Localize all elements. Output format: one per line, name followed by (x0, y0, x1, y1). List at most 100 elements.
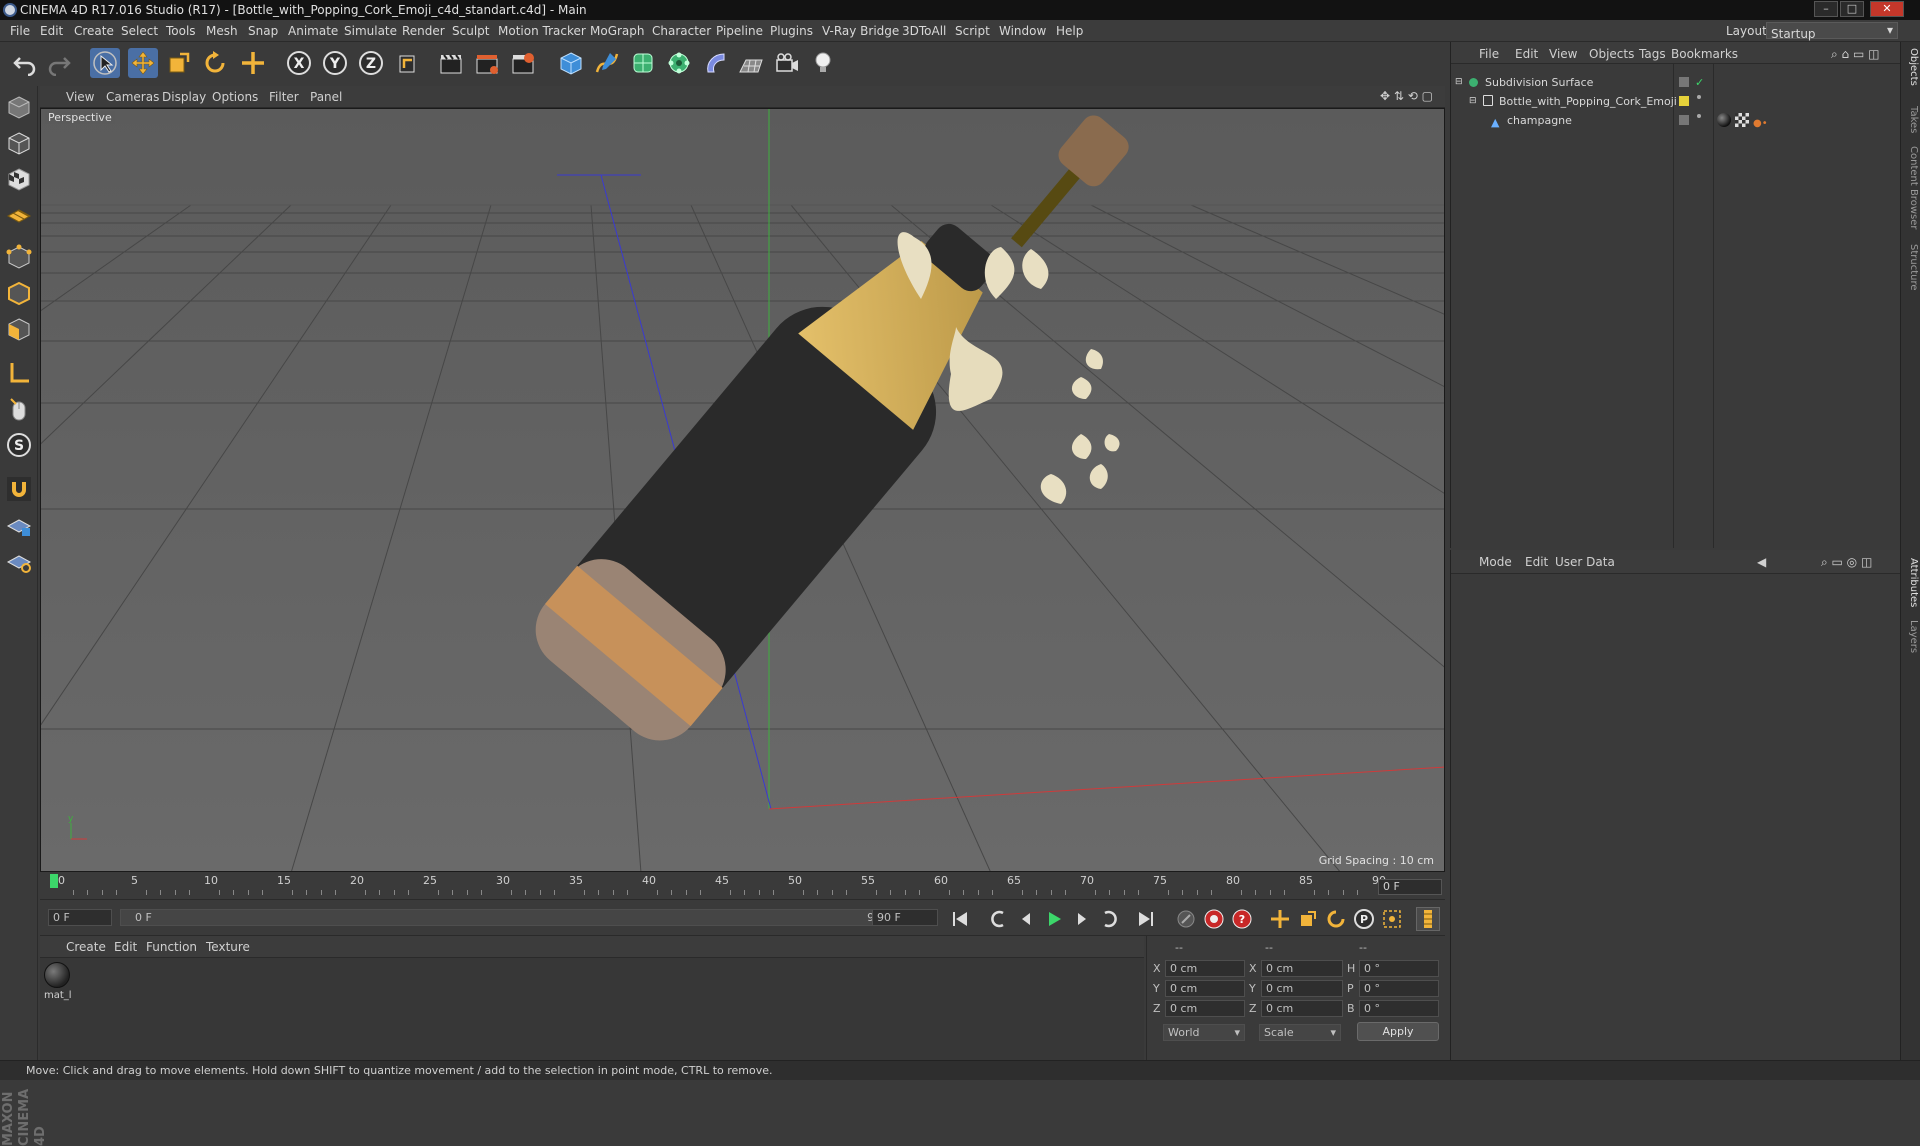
keyframe-selection-button[interactable]: ? (1230, 907, 1254, 931)
current-frame-field[interactable]: 0 F (48, 909, 112, 926)
menu-mograph[interactable]: MoGraph (590, 24, 645, 38)
obj-menu-objects[interactable]: Objects (1589, 47, 1634, 61)
next-frame-button[interactable] (1070, 907, 1094, 931)
key-rotation-button[interactable] (1324, 907, 1348, 931)
vp-menu-view[interactable]: View (66, 90, 94, 104)
model-mode-button[interactable] (4, 128, 34, 158)
coord-rot-h-field[interactable]: 0 ° (1359, 960, 1439, 977)
move-tool[interactable] (128, 48, 158, 78)
collapse-icon[interactable]: ⊟ (1455, 73, 1463, 92)
menu-window[interactable]: Window (999, 24, 1046, 38)
menu-create[interactable]: Create (74, 24, 114, 38)
coord-pos-x-field[interactable]: 0 cm (1165, 960, 1245, 977)
undo-button[interactable] (10, 48, 40, 78)
coord-rot-b-field[interactable]: 0 ° (1359, 1000, 1439, 1017)
menu-file[interactable]: File (10, 24, 30, 38)
render-settings-button[interactable] (508, 48, 538, 78)
menu-animate[interactable]: Animate (288, 24, 338, 38)
key-position-button[interactable] (1268, 907, 1292, 931)
workplane-mode-button[interactable] (4, 200, 34, 230)
menu-pipeline[interactable]: Pipeline (716, 24, 763, 38)
x-axis-lock-button[interactable]: X (284, 48, 314, 78)
checkmark-icon[interactable]: ✓ (1695, 73, 1704, 92)
coordinate-system-button[interactable] (394, 48, 424, 78)
attr-nav-icons[interactable]: ⌕ ▭ ◎ ◫ (1821, 555, 1872, 570)
material-name[interactable]: mat_l (44, 990, 72, 1001)
layer-icon[interactable] (1679, 77, 1689, 87)
add-camera-button[interactable] (772, 48, 802, 78)
autokey-button[interactable] (1202, 907, 1226, 931)
menu-3dtoall[interactable]: 3DToAll (902, 24, 946, 38)
next-key-button[interactable] (1098, 907, 1122, 931)
vp-menu-display[interactable]: Display (162, 90, 206, 104)
object-row-champagne[interactable]: ▲ champagne ●• (1451, 111, 1901, 130)
render-view-button[interactable] (436, 48, 466, 78)
vp-menu-filter[interactable]: Filter (269, 90, 299, 104)
add-mograph-button[interactable] (664, 48, 694, 78)
timeline-layout-button[interactable] (1416, 907, 1440, 931)
snap-button[interactable] (4, 474, 34, 504)
menu-simulate[interactable]: Simulate (344, 24, 397, 38)
coord-pos-y-field[interactable]: 0 cm (1165, 980, 1245, 997)
y-axis-lock-button[interactable]: Y (320, 48, 350, 78)
coord-pos-z-field[interactable]: 0 cm (1165, 1000, 1245, 1017)
material-tag-icon[interactable] (1717, 113, 1731, 127)
scale-tool[interactable] (164, 48, 194, 78)
object-row-subdivision[interactable]: ⊟ Subdivision Surface ✓ (1451, 73, 1901, 92)
transform-tool[interactable] (238, 48, 268, 78)
menu-mesh[interactable]: Mesh (206, 24, 238, 38)
tab-attributes[interactable]: Attributes (1903, 558, 1919, 607)
layer-color-icon[interactable] (1679, 96, 1689, 106)
make-editable-button[interactable] (4, 92, 34, 122)
menu-render[interactable]: Render (402, 24, 445, 38)
points-mode-button[interactable] (4, 242, 34, 272)
texture-mode-button[interactable] (4, 164, 34, 194)
layout-select[interactable]: Startup ▾ (1766, 22, 1898, 41)
add-nurbs-button[interactable] (628, 48, 658, 78)
end-frame-field[interactable]: 90 F (872, 909, 938, 926)
lock-workplane-button[interactable] (4, 510, 34, 540)
viewport-label[interactable]: Perspective (45, 111, 115, 124)
visibility-dot-icon[interactable] (1697, 95, 1701, 99)
perspective-viewport[interactable]: y Perspective Grid Spacing : 10 cm (40, 108, 1445, 872)
play-button[interactable] (1042, 907, 1066, 931)
prev-frame-button[interactable] (1014, 907, 1038, 931)
obj-menu-view[interactable]: View (1549, 47, 1577, 61)
add-spline-button[interactable] (592, 48, 622, 78)
vp-menu-options[interactable]: Options (212, 90, 258, 104)
close-button[interactable]: ✕ (1870, 1, 1904, 17)
obj-menu-bookmarks[interactable]: Bookmarks (1671, 47, 1738, 61)
prev-key-button[interactable] (986, 907, 1010, 931)
menu-help[interactable]: Help (1056, 24, 1083, 38)
tab-layers[interactable]: Layers (1903, 620, 1919, 653)
timeline-ruler[interactable]: 051015202530354045505560657075808590 0 F (40, 872, 1445, 900)
rotate-tool[interactable] (200, 48, 230, 78)
mat-menu-edit[interactable]: Edit (114, 940, 137, 954)
attr-menu-mode[interactable]: Mode (1479, 555, 1512, 569)
tab-objects[interactable]: Objects (1903, 48, 1919, 86)
axis-mode-button[interactable] (4, 358, 34, 388)
vp-menu-cameras[interactable]: Cameras (106, 90, 159, 104)
back-arrow-icon[interactable]: ◀ (1757, 555, 1766, 569)
menu-script[interactable]: Script (955, 24, 990, 38)
attr-menu-user-data[interactable]: User Data (1555, 555, 1615, 569)
viewport-nav-icons[interactable]: ✥ ⇅ ⟲ ▢ (1380, 89, 1433, 103)
apply-button[interactable]: Apply (1357, 1022, 1439, 1041)
live-selection-tool[interactable] (90, 48, 120, 78)
add-floor-button[interactable] (736, 48, 766, 78)
z-axis-lock-button[interactable]: Z (356, 48, 386, 78)
menu-sculpt[interactable]: Sculpt (452, 24, 489, 38)
coord-space-select[interactable]: World ▾ (1163, 1024, 1245, 1041)
coord-size-y-field[interactable]: 0 cm (1261, 980, 1343, 997)
object-row-bottle[interactable]: ⊟ Bottle_with_Popping_Cork_Emoji (1451, 92, 1901, 111)
obj-menu-file[interactable]: File (1479, 47, 1499, 61)
minimize-button[interactable]: – (1814, 1, 1838, 17)
menu-character[interactable]: Character (652, 24, 711, 38)
mat-menu-create[interactable]: Create (66, 940, 106, 954)
obj-nav-icons[interactable]: ⌕ ⌂ ▭ ◫ (1831, 47, 1879, 62)
tweak-mode-button[interactable] (4, 394, 34, 424)
menu-motion-tracker[interactable]: Motion Tracker (498, 24, 586, 38)
record-keys-button[interactable] (1174, 907, 1198, 931)
solo-mode-button[interactable]: S (4, 430, 34, 460)
preview-range-slider[interactable]: 0 F 90 F (120, 909, 906, 926)
